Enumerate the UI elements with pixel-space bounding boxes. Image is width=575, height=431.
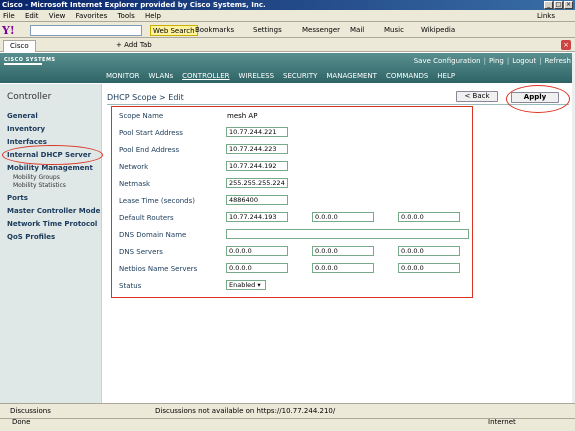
menu-edit[interactable]: Edit — [25, 12, 39, 20]
ping-link[interactable]: Ping — [489, 57, 504, 65]
menu-file[interactable]: File — [3, 12, 15, 20]
pool-start-input[interactable]: 10.77.244.221 — [226, 127, 288, 137]
mail-button[interactable]: Mail — [350, 25, 364, 36]
scope-name-value: mesh AP — [227, 112, 258, 120]
sidebar-item-ports[interactable]: Ports — [7, 194, 28, 202]
netbios-2-input[interactable]: 0.0.0.0 — [312, 263, 374, 273]
lease-time-input[interactable]: 4886400 — [226, 195, 288, 205]
pool-end-label: Pool End Address — [119, 146, 180, 154]
music-button[interactable]: Music — [384, 25, 404, 36]
sidebar-item-network-time-protocol[interactable]: Network Time Protocol — [7, 220, 97, 228]
nav-monitor[interactable]: MONITOR — [106, 72, 140, 80]
netbios-label: Netbios Name Servers — [119, 265, 198, 273]
wikipedia-button[interactable]: Wikipedia — [421, 25, 455, 36]
sidebar-item-general[interactable]: General — [7, 112, 38, 120]
default-routers-label: Default Routers — [119, 214, 174, 222]
refresh-link[interactable]: Refresh — [545, 57, 571, 65]
dns-domain-input[interactable] — [226, 229, 469, 239]
close-button[interactable]: × — [564, 1, 573, 9]
header-links: Save Configuration | Ping | Logout | Refres… — [413, 57, 571, 65]
back-button[interactable]: < Back — [456, 91, 498, 102]
status-text: Done — [12, 418, 31, 426]
tab-cisco[interactable]: Cisco — [3, 40, 36, 52]
default-router-3-input[interactable]: 0.0.0.0 — [398, 212, 460, 222]
pool-end-input[interactable]: 10.77.244.223 — [226, 144, 288, 154]
discussions-button[interactable]: Discussions — [10, 406, 51, 416]
sidebar-item-qos-profiles[interactable]: QoS Profiles — [7, 233, 55, 241]
lease-time-label: Lease Time (seconds) — [119, 197, 195, 205]
sidebar-item-mobility-statistics[interactable]: Mobility Statistics — [13, 182, 66, 189]
chevron-down-icon: ▾ — [257, 281, 261, 289]
sidebar-item-mobility-management[interactable]: Mobility Management — [7, 164, 93, 172]
nav-wlans[interactable]: WLANs — [149, 72, 174, 80]
netbios-1-input[interactable]: 0.0.0.0 — [226, 263, 288, 273]
nav-management[interactable]: MANAGEMENT — [326, 72, 377, 80]
status-select[interactable]: Enabled ▾ — [226, 280, 266, 290]
dns-server-2-input[interactable]: 0.0.0.0 — [312, 246, 374, 256]
menu-bar: File Edit View Favorites Tools Help — [0, 10, 575, 22]
page-title: DHCP Scope > Edit — [107, 93, 184, 102]
logout-link[interactable]: Logout — [512, 57, 536, 65]
cisco-logo-bars — [4, 63, 42, 65]
links-menu[interactable]: Links — [537, 10, 555, 22]
netmask-input[interactable]: 255.255.255.224 — [226, 178, 288, 188]
add-tab-label: Add Tab — [124, 41, 152, 49]
security-zone: Internet — [488, 418, 516, 426]
discussions-message: Discussions not available on https://10.… — [155, 407, 336, 415]
netmask-label: Netmask — [119, 180, 151, 188]
network-input[interactable]: 10.77.244.192 — [226, 161, 288, 171]
nav-security[interactable]: SECURITY — [283, 72, 317, 80]
dns-domain-label: DNS Domain Name — [119, 231, 187, 239]
maximize-button[interactable]: □ — [554, 1, 563, 9]
default-router-1-input[interactable]: 10.77.244.193 — [226, 212, 288, 222]
sidebar-item-inventory[interactable]: Inventory — [7, 125, 45, 133]
highlight-circle-dhcp — [2, 145, 103, 165]
highlight-circle-apply — [506, 85, 570, 113]
nav-help[interactable]: HELP — [437, 72, 455, 80]
bookmarks-button[interactable]: Bookmarks — [195, 25, 234, 36]
nav-commands[interactable]: COMMANDS — [386, 72, 428, 80]
messenger-button[interactable]: Messenger — [302, 25, 340, 36]
web-search-button[interactable]: Web Search — [150, 25, 198, 36]
sidebar-title: Controller — [7, 92, 52, 102]
title-divider — [107, 104, 569, 105]
menu-favorites[interactable]: Favorites — [76, 12, 108, 20]
menu-view[interactable]: View — [49, 12, 66, 20]
window-title: Cisco - Microsoft Internet Explorer prov… — [0, 0, 575, 10]
scope-name-label: Scope Name — [119, 112, 164, 120]
save-configuration-link[interactable]: Save Configuration — [414, 57, 481, 65]
tab-bar — [0, 38, 575, 52]
netbios-3-input[interactable]: 0.0.0.0 — [398, 263, 460, 273]
close-tab-icon[interactable]: × — [561, 40, 571, 50]
add-tab-button[interactable]: + Add Tab — [110, 40, 158, 52]
toolbar-search-input[interactable] — [30, 25, 142, 36]
dns-server-1-input[interactable]: 0.0.0.0 — [226, 246, 288, 256]
status-label: Status — [119, 282, 142, 290]
minimize-button[interactable]: _ — [544, 1, 553, 9]
pool-start-label: Pool Start Address — [119, 129, 183, 137]
nav-controller[interactable]: CONTROLLER — [182, 72, 229, 80]
dns-server-3-input[interactable]: 0.0.0.0 — [398, 246, 460, 256]
yahoo-logo-icon[interactable]: Y! — [2, 24, 15, 37]
sidebar-item-mobility-groups[interactable]: Mobility Groups — [13, 174, 60, 181]
nav-wireless[interactable]: WIRELESS — [239, 72, 274, 80]
dns-servers-label: DNS Servers — [119, 248, 163, 256]
sidebar-item-master-controller-mode[interactable]: Master Controller Mode — [7, 207, 100, 215]
default-router-2-input[interactable]: 0.0.0.0 — [312, 212, 374, 222]
window-controls: _ □ × — [544, 1, 573, 9]
menu-tools[interactable]: Tools — [117, 12, 134, 20]
main-nav: MONITOR WLANs CONTROLLER WIRELESS SECURI… — [106, 72, 455, 80]
menu-help[interactable]: Help — [145, 12, 161, 20]
status-value: Enabled — [229, 281, 256, 289]
settings-button[interactable]: Settings — [253, 25, 282, 36]
network-label: Network — [119, 163, 149, 171]
